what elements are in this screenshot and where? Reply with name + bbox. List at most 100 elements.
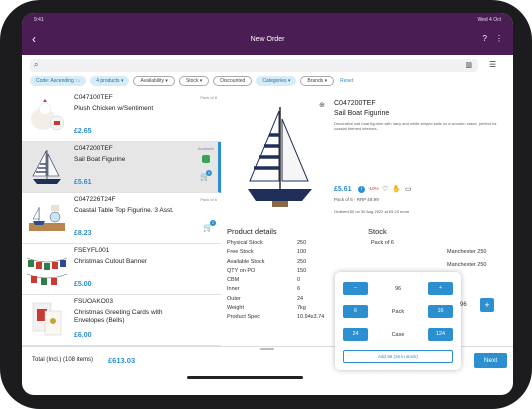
pack-label: Pack of 6 (200, 197, 217, 202)
app-header: 9:41 Wed 4 Oct ‹ New Order ? ⋮ (22, 13, 513, 55)
cart-count-badge: 2 (210, 220, 216, 226)
product-name: Christmas Greeting Cards with Envelopes … (74, 309, 163, 324)
product-thumbnail (32, 150, 61, 184)
search-bar: ⌕ ▥ (30, 59, 478, 72)
reset-link[interactable]: Reset (338, 76, 355, 86)
chip-products[interactable]: 4 products ▾ (90, 76, 130, 86)
stock-location: Manchester 250 (447, 249, 487, 255)
comment-icon[interactable]: ▭ (405, 185, 412, 193)
spec-row: Outer 24 (227, 295, 304, 302)
stock-heading: Stock (368, 227, 387, 236)
quantity-popup: − 96 + 6 Pack 16 24 Case 124 Add 96 (16 … (335, 272, 461, 370)
product-thumbnail (32, 302, 62, 336)
product-name: Christmas Cutout Banner (74, 258, 147, 265)
product-price: £5.61 (74, 179, 92, 186)
page-title: New Order (250, 36, 285, 43)
decrease-button[interactable]: − (343, 282, 368, 295)
status-time: 9:41 (34, 17, 44, 23)
case-decrease-button[interactable]: 24 (343, 328, 368, 341)
favorite-icon[interactable]: ♡ (382, 185, 388, 193)
chip-sort[interactable]: Code: Ascending ↑↓ (30, 76, 87, 86)
chip-availability[interactable]: Availability ▾ (133, 76, 175, 86)
list-item[interactable]: FSUOAKO03 Christmas Greeting Cards with … (22, 295, 221, 346)
case-increase-button[interactable]: 124 (428, 328, 453, 341)
add-to-order-button[interactable]: Add 96 (16 in stock) (343, 350, 453, 363)
product-code: C047200TEF (74, 145, 113, 152)
detail-action-icons: ♡ ✋ ▭ (382, 185, 412, 193)
product-price: £2.65 (74, 128, 92, 135)
product-thumbnail (29, 205, 65, 231)
detail-description: Decorative sail boat figurine with navy … (334, 121, 497, 131)
green-status-icon (202, 155, 210, 163)
ordered-history: Ordered 50 on 30 Aug 2022 at £5.23 more (334, 209, 410, 214)
hand-icon[interactable]: ✋ (392, 185, 401, 193)
product-price: £5.00 (74, 281, 92, 288)
list-item[interactable]: C047100TEF Plush Chicken w/Sentiment £2.… (22, 91, 221, 142)
chip-discounted[interactable]: Discounted (213, 76, 253, 86)
quantity-value: 96 (394, 286, 402, 292)
side-add-button[interactable]: + (480, 298, 494, 312)
spec-row: CBM 0 (227, 277, 301, 284)
spec-row: Weight 7kg (227, 305, 306, 312)
chip-categories[interactable]: Categories ▾ (256, 76, 297, 86)
drag-handle[interactable] (260, 348, 274, 350)
help-icon[interactable]: ? (483, 34, 487, 43)
filter-icon[interactable]: ☰ (489, 60, 496, 69)
more-icon[interactable]: ⋮ (495, 34, 503, 43)
total-label: Total (Incl.) (108 items) (32, 357, 94, 363)
side-quantity: 96 (460, 302, 467, 308)
cart-count-badge: 4 (206, 170, 212, 176)
spec-row: Available Stock 250 (227, 258, 307, 265)
product-details-table: Physical Stock 250 Free Stock 100 Availabl… (227, 240, 337, 324)
list-item[interactable]: FSEYFL001 Christmas Cutout Banner £5.00 (22, 244, 221, 295)
search-icon: ⌕ (34, 60, 39, 69)
detail-code: C047200TEF (334, 100, 376, 107)
product-name: Plush Chicken w/Sentiment (74, 105, 154, 112)
stock-location: Manchester 250 (447, 262, 487, 268)
spec-row: Inner 6 (227, 286, 301, 293)
case-label: Case (391, 332, 405, 338)
product-price: £8.23 (74, 230, 92, 237)
product-name: Coastal Table Top Figurine. 3 Asst. (74, 207, 174, 214)
detail-pack: Pack of 6 · RRP £9.99 (334, 197, 379, 202)
spec-row: QTY on PO 150 (227, 267, 307, 274)
status-date: Wed 4 Oct (477, 17, 501, 23)
product-price: £6.00 (74, 332, 92, 339)
product-code: FSEYFL001 (74, 247, 110, 254)
search-input[interactable] (44, 60, 464, 71)
product-code: FSUOAKO03 (74, 298, 114, 305)
increase-button[interactable]: + (428, 282, 453, 295)
next-button[interactable]: Next (474, 353, 507, 368)
pack-decrease-button[interactable]: 6 (343, 305, 368, 318)
pack-increase-button[interactable]: 16 (428, 305, 453, 318)
list-item-selected[interactable]: C047200TEF Sail Boat Figurine £5.61 Avai… (22, 142, 221, 193)
pack-label: Pack (391, 309, 405, 315)
product-thumbnail (31, 99, 65, 131)
barcode-scan-icon[interactable]: ▥ (465, 61, 472, 69)
detail-name: Sail Boat Figurine (334, 110, 390, 117)
expand-icon[interactable]: ⊕ (319, 101, 325, 109)
pack-label: Available (197, 146, 214, 151)
product-name: Sail Boat Figurine (74, 156, 126, 163)
spec-row: Physical Stock 250 (227, 240, 307, 246)
product-thumbnail (26, 257, 68, 285)
chip-brands[interactable]: Brands ▾ (300, 76, 335, 86)
info-icon[interactable]: i (358, 186, 365, 193)
home-indicator (187, 376, 303, 379)
product-hero-image (248, 107, 312, 207)
list-item[interactable]: C047226T24F Coastal Table Top Figurine. … (22, 193, 221, 244)
header-actions: ? ⋮ (483, 34, 503, 43)
chip-stock[interactable]: Stock ▾ (178, 76, 210, 86)
stock-pack: Pack of 6 (371, 240, 394, 246)
product-list: C047100TEF Plush Chicken w/Sentiment £2.… (22, 91, 221, 346)
product-code: C047100TEF (74, 94, 113, 101)
filter-chips: Code: Ascending ↑↓ 4 products ▾ Availabi… (30, 76, 355, 88)
discount-label: -10% (368, 186, 379, 191)
pack-label: Pack of 8 (200, 95, 217, 100)
product-details-heading: Product details (227, 227, 277, 236)
detail-price: £5.61 (334, 186, 352, 193)
total-value: £613.03 (108, 356, 136, 365)
spec-row: Product Spec 10.94x3.74 (227, 314, 325, 321)
product-code: C047226T24F (74, 196, 116, 203)
spec-row: Free Stock 100 (227, 249, 307, 256)
